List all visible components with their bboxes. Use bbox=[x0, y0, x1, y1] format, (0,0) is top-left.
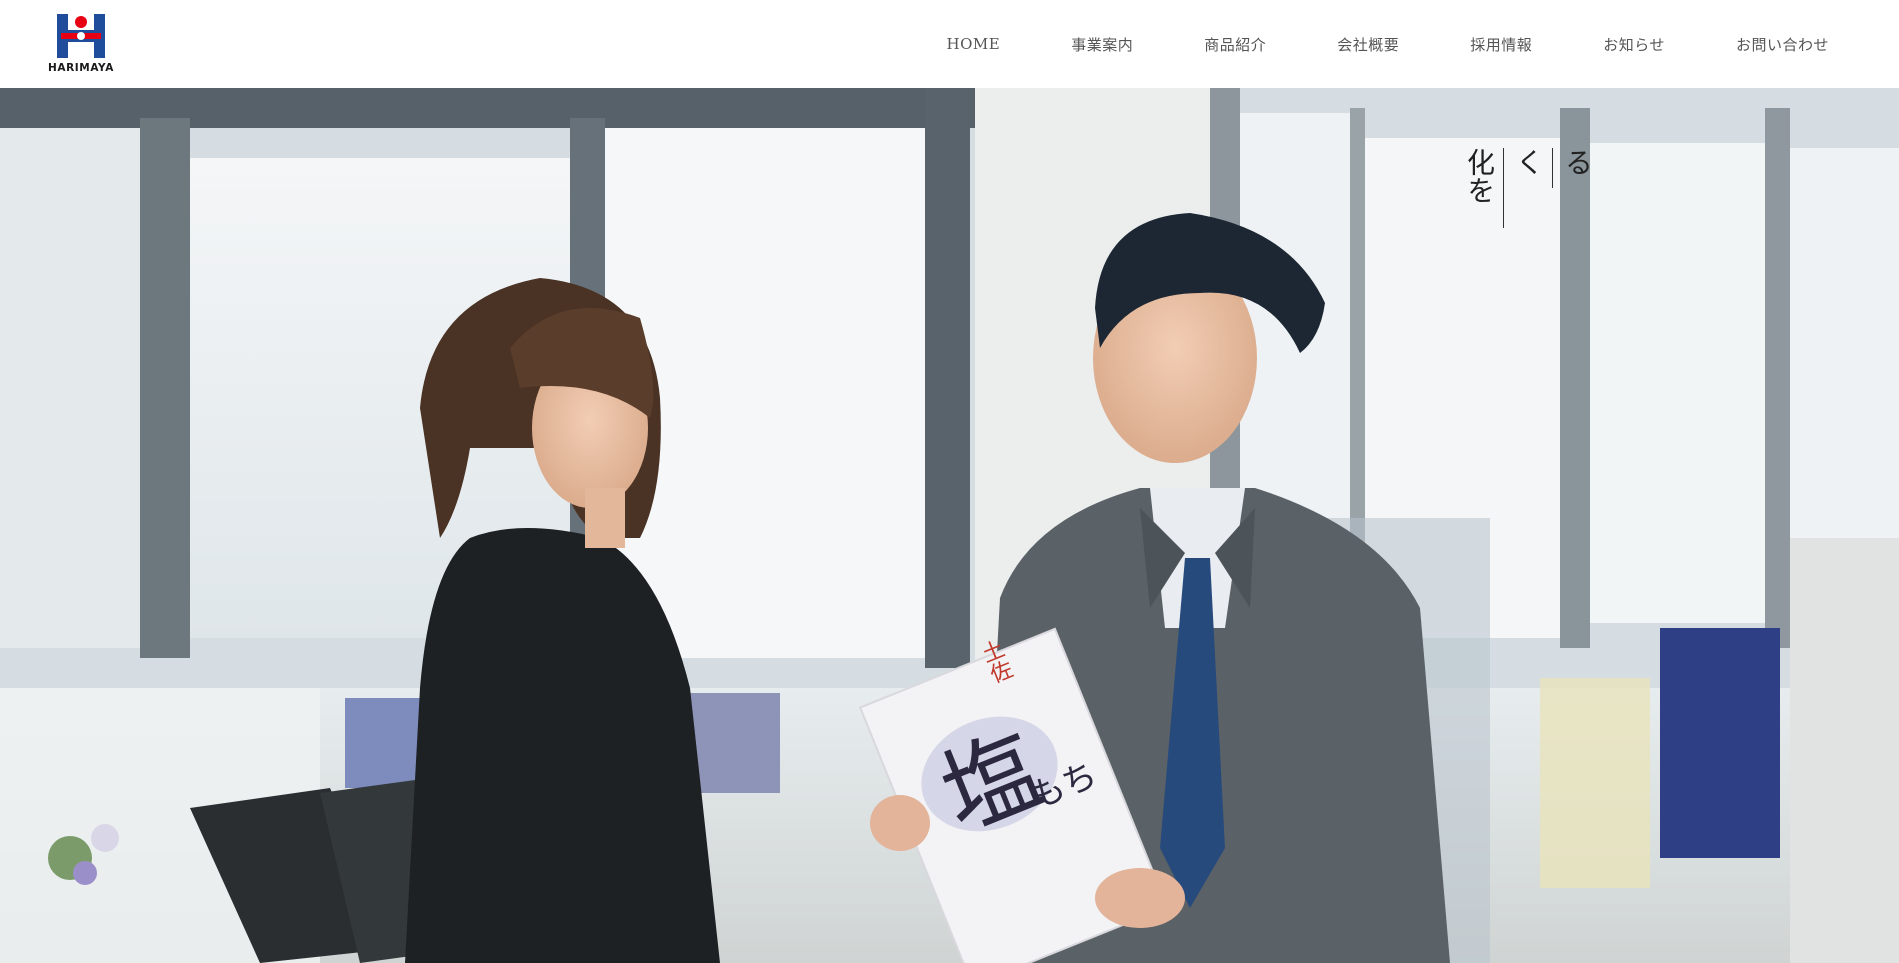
harimaya-logo-icon bbox=[57, 14, 105, 58]
nav-recruit[interactable]: 採用情報 bbox=[1470, 34, 1532, 55]
catch-column: く bbox=[1504, 148, 1553, 188]
hero-section: 土佐 塩 もち る く 化を bbox=[0, 88, 1899, 963]
nav-contact[interactable]: お問い合わせ bbox=[1736, 34, 1829, 55]
nav-products[interactable]: 商品紹介 bbox=[1204, 34, 1266, 55]
nav-news[interactable]: お知らせ bbox=[1603, 34, 1665, 55]
nav-company[interactable]: 会社概要 bbox=[1337, 34, 1399, 55]
nav-business[interactable]: 事業案内 bbox=[1071, 34, 1133, 55]
catch-column: 化を bbox=[1455, 148, 1504, 228]
main-nav: HOME 事業案内 商品紹介 会社概要 採用情報 お知らせ お問い合わせ bbox=[947, 0, 1829, 88]
harimaya-logo[interactable]: HARIMAYA bbox=[40, 12, 122, 80]
hero-photo bbox=[0, 88, 1899, 963]
catch-column: る bbox=[1561, 148, 1594, 176]
hero-catchphrase: る く 化を bbox=[1455, 148, 1601, 228]
nav-home[interactable]: HOME bbox=[947, 35, 1001, 53]
site-header: HARIMAYA HOME 事業案内 商品紹介 会社概要 採用情報 お知らせ お… bbox=[0, 0, 1899, 88]
logo-text: HARIMAYA bbox=[47, 62, 114, 74]
